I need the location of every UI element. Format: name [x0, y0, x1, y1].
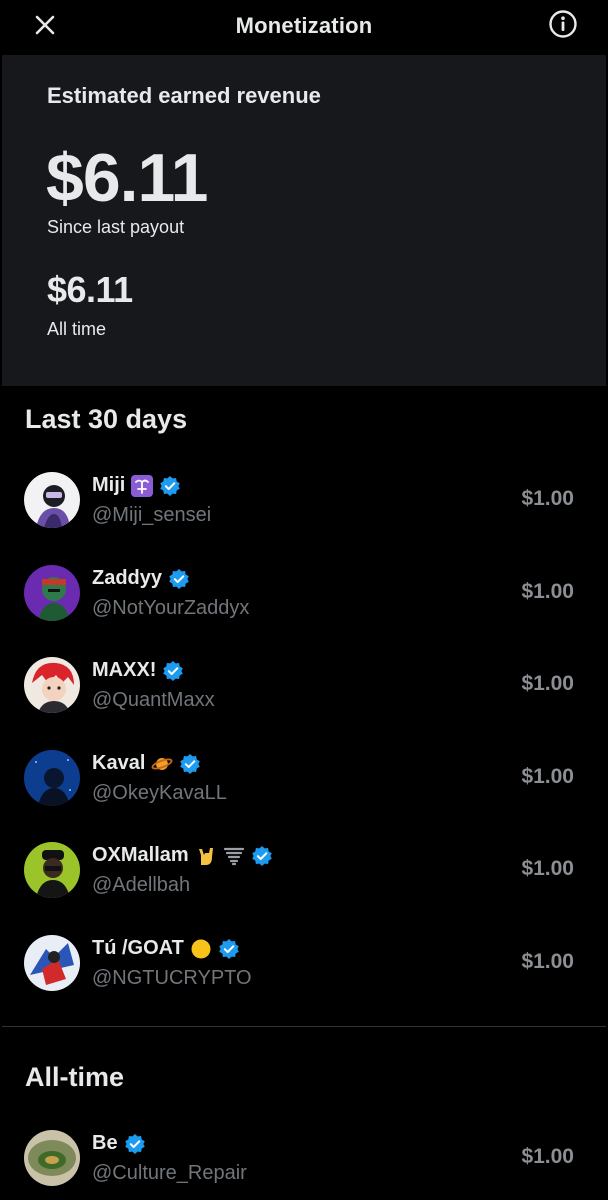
- list-item[interactable]: MAXX! @QuantMaxx $1.00: [0, 645, 608, 725]
- user-name: Be: [92, 1132, 118, 1154]
- user-handle: @Adellbah: [92, 874, 191, 896]
- amount: $1.00: [521, 672, 574, 695]
- user-handle: @NotYourZaddyx: [92, 597, 250, 619]
- user-name: Tú /GOAT: [92, 937, 184, 959]
- verified-badge-icon: [179, 753, 201, 775]
- user-handle: @OkeyKavaLL: [92, 782, 227, 804]
- amount: $1.00: [521, 487, 574, 510]
- avatar[interactable]: [24, 1130, 80, 1186]
- list-item[interactable]: OXMallam @Adellbah $1.00: [0, 830, 608, 910]
- page-title: Monetization: [235, 13, 373, 38]
- verified-badge-icon: [159, 475, 181, 497]
- list-item[interactable]: Kaval @OkeyKavaLL $1.00: [0, 738, 608, 818]
- user-name: MAXX!: [92, 659, 157, 681]
- avatar[interactable]: [24, 657, 80, 713]
- section-divider: [2, 1026, 606, 1027]
- verified-badge-icon: [218, 938, 240, 960]
- info-button[interactable]: [548, 9, 578, 39]
- amount: $1.00: [521, 1145, 574, 1168]
- amount: $1.00: [521, 857, 574, 880]
- user-handle: @Culture_Repair: [92, 1162, 247, 1184]
- user-name: Miji: [92, 474, 126, 496]
- verified-badge-icon: [251, 845, 273, 867]
- close-button[interactable]: [30, 10, 60, 40]
- since-last-payout-value: $6.11: [46, 140, 208, 216]
- section-title-last-30-days: Last 30 days: [25, 404, 188, 434]
- amount: $1.00: [521, 950, 574, 973]
- ophiuchus-emoji-icon: [131, 474, 154, 497]
- list-item[interactable]: Miji @Miji_sensei $1.00: [0, 460, 608, 540]
- avatar[interactable]: [24, 472, 80, 528]
- tornado-emoji-icon: [223, 845, 245, 867]
- amount: $1.00: [521, 765, 574, 788]
- rock-hand-emoji-icon: [195, 845, 217, 867]
- list-item[interactable]: Zaddyy @NotYourZaddyx $1.00: [0, 553, 608, 633]
- since-last-payout-label: Since last payout: [47, 217, 185, 237]
- revenue-summary-card: Estimated earned revenue $6.11 Since las…: [2, 55, 606, 386]
- list-item[interactable]: Be @Culture_Repair $1.00: [0, 1118, 608, 1198]
- revenue-heading: Estimated earned revenue: [47, 83, 321, 108]
- verified-badge-icon: [168, 568, 190, 590]
- user-handle: @NGTUCRYPTO: [92, 967, 252, 989]
- user-name: Zaddyy: [92, 567, 163, 589]
- avatar[interactable]: [24, 935, 80, 991]
- user-handle: @QuantMaxx: [92, 689, 215, 711]
- section-title-all-time: All-time: [25, 1062, 125, 1092]
- top-bar: Monetization: [0, 0, 608, 52]
- all-time-label: All time: [47, 319, 107, 339]
- user-handle: @Miji_sensei: [92, 504, 212, 526]
- ringed-planet-emoji-icon: [151, 753, 173, 775]
- close-icon: [35, 15, 55, 35]
- list-item[interactable]: Tú /GOAT @NGTUCRYPTO $1.00: [0, 923, 608, 1003]
- info-icon: [549, 10, 577, 38]
- avatar[interactable]: [24, 750, 80, 806]
- verified-badge-icon: [162, 660, 184, 682]
- user-name: Kaval: [92, 752, 146, 774]
- avatar[interactable]: [24, 842, 80, 898]
- amount: $1.00: [521, 580, 574, 603]
- user-name: OXMallam: [92, 844, 189, 866]
- avatar[interactable]: [24, 565, 80, 621]
- yellow-circle-emoji-icon: [190, 938, 212, 960]
- all-time-value: $6.11: [47, 269, 133, 310]
- verified-badge-icon: [124, 1133, 146, 1155]
